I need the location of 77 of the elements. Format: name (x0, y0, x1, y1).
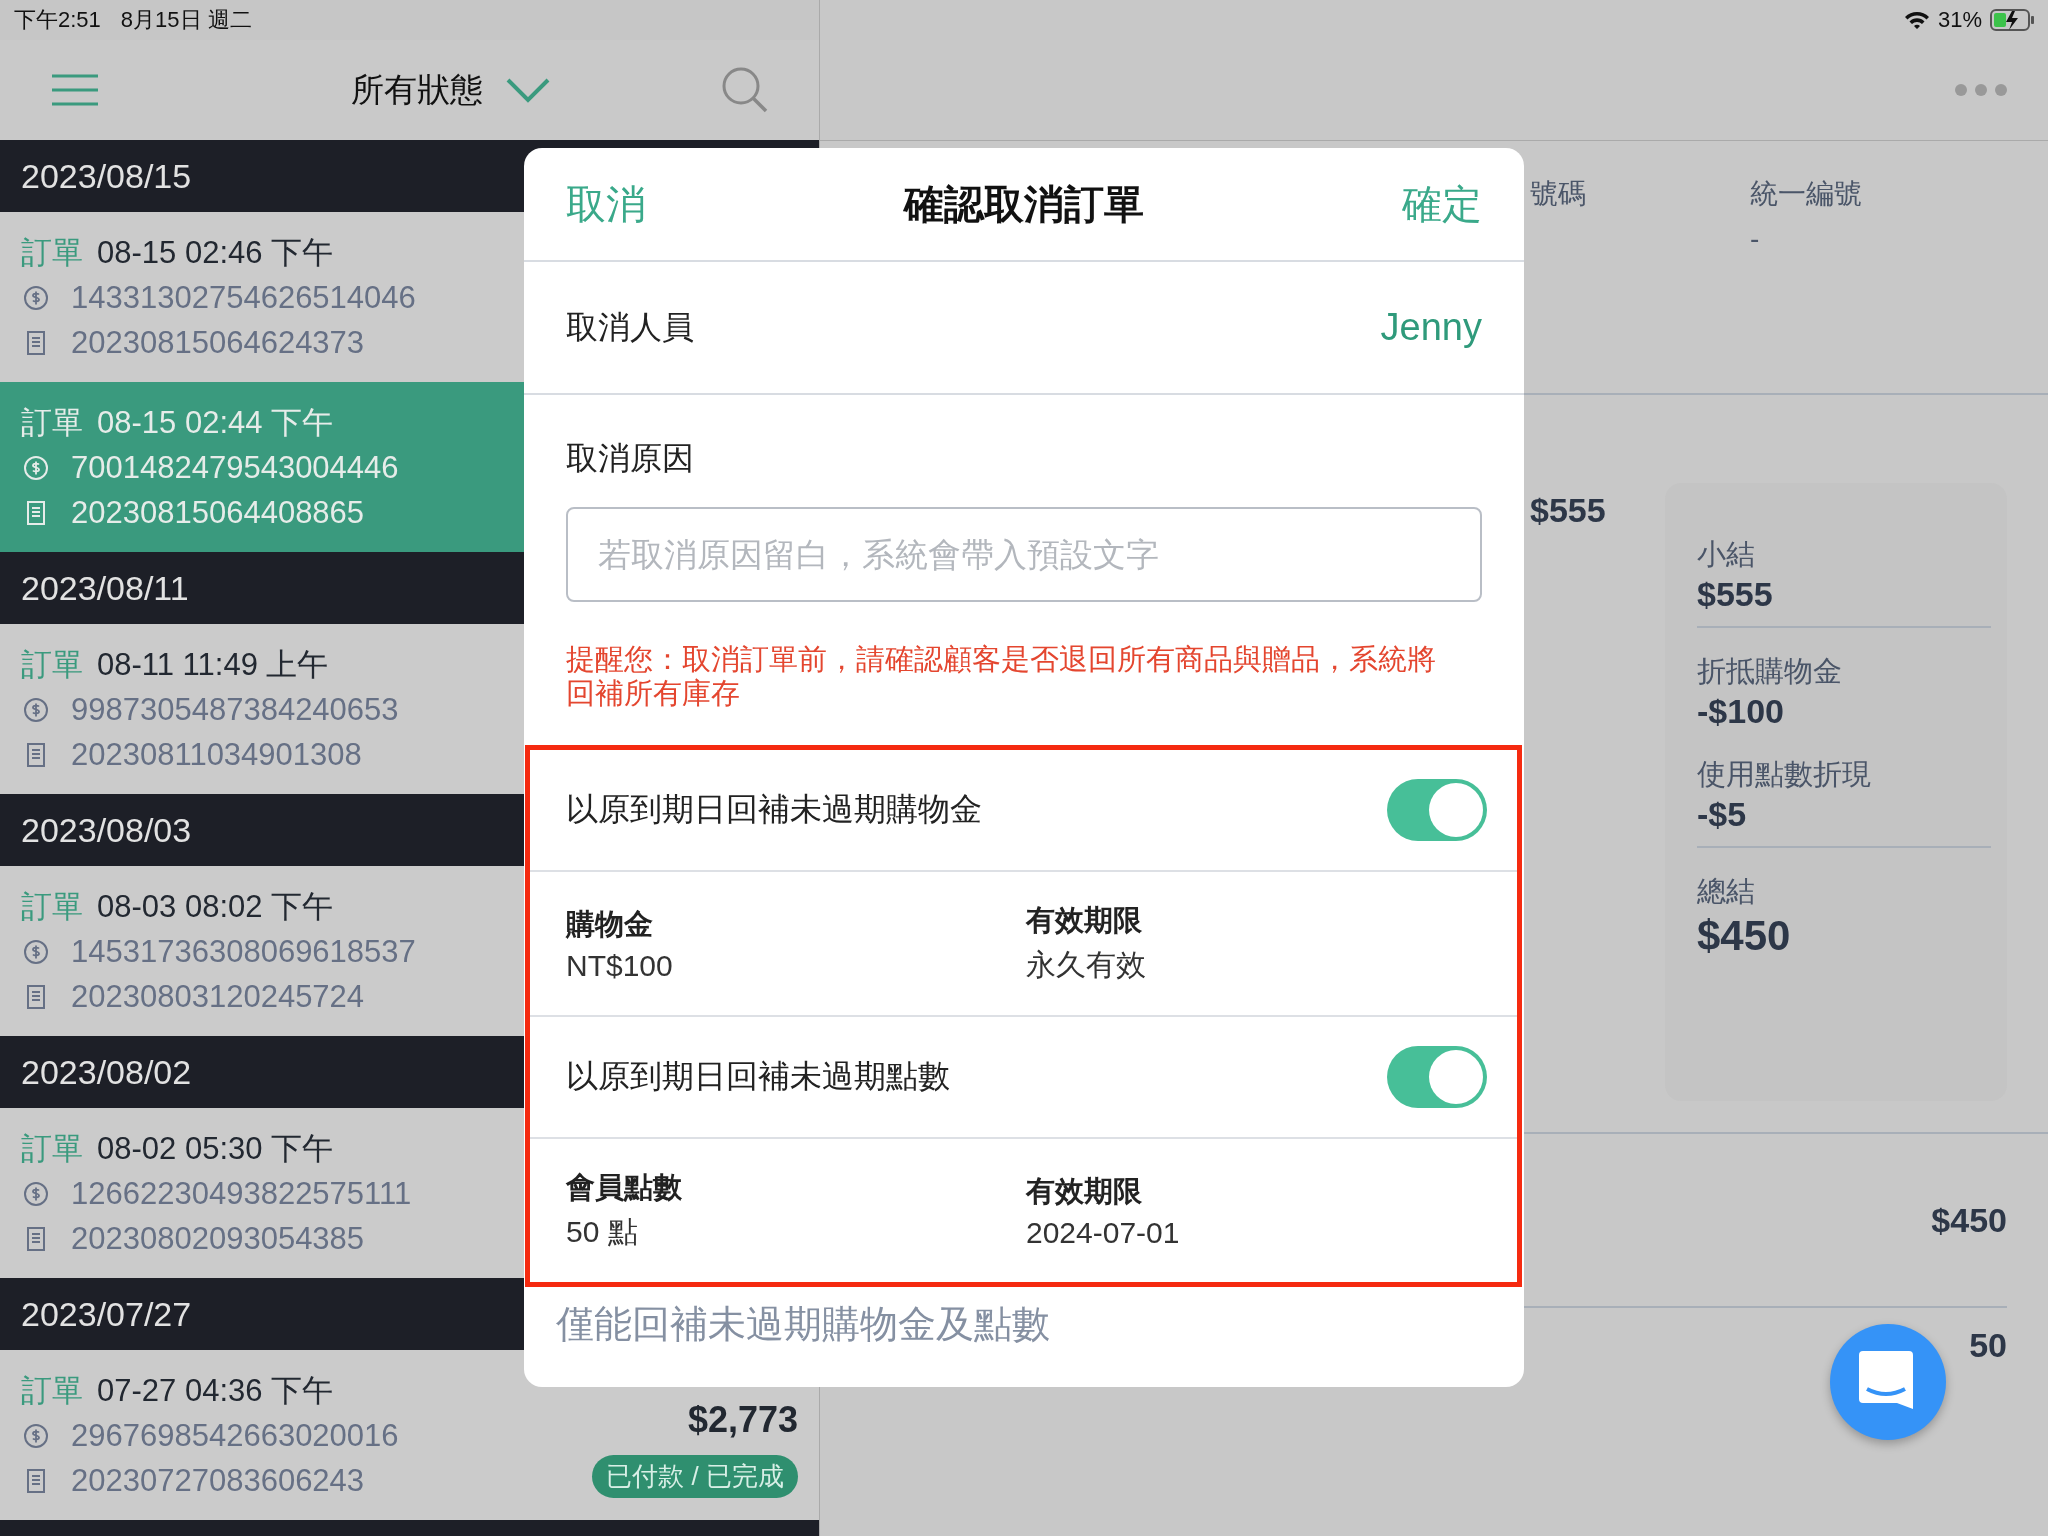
reason-input[interactable]: 若取消原因留白，系統會帶入預設文字 (566, 507, 1482, 602)
search-icon[interactable] (721, 66, 769, 114)
status-time: 下午2:51 (14, 6, 101, 34)
chevron-down-icon (504, 77, 551, 103)
status-filter-dropdown[interactable]: 所有狀態 (350, 67, 551, 113)
staff-label: 取消人員 (566, 307, 694, 347)
date-label: 2023/08/02 (21, 1052, 192, 1092)
invoice-number: 20230803120245724 (71, 978, 365, 1015)
order-time: 08-15 02:44 下午 (97, 403, 334, 442)
field-value: 50 點 (566, 1214, 639, 1250)
order-time: 08-03 08:02 下午 (97, 887, 334, 926)
date-label: 2023/08/15 (21, 156, 192, 196)
staff-name: Jenny (1380, 306, 1482, 349)
field-value: NT$100 (566, 948, 674, 983)
dialog-title: 確認取消訂單 (904, 180, 1144, 228)
invoice-number: 20230815064408865 (71, 494, 365, 531)
order-label: 訂單 (21, 1129, 83, 1168)
order-status-badge: 已付款 / 已完成 (592, 1455, 798, 1498)
status-date: 8月15日 週二 (120, 6, 252, 34)
more-icon[interactable] (1954, 83, 2008, 97)
field-value: 永久有效 (1026, 947, 1147, 983)
order-amount: $2,773 (687, 1399, 798, 1441)
invoice-number: 20230802093054385 (71, 1220, 365, 1257)
chat-button[interactable] (1830, 1324, 1946, 1440)
field-label: 有效期限 (1026, 1173, 1143, 1209)
column-label: 號碼 (1530, 178, 1586, 209)
order-time: 08-11 11:49 上午 (97, 645, 329, 684)
invoice-number: 20230811034901308 (71, 736, 362, 773)
payment-number: 12662230493822575111 (71, 1175, 412, 1212)
dollar-icon (23, 1422, 49, 1449)
field-value: 2024-07-01 (1026, 1215, 1181, 1250)
invoice-number: 20230727083606243 (71, 1462, 365, 1499)
column-value: - (1750, 223, 1761, 255)
date-label: 2023/07/27 (21, 1294, 192, 1334)
battery-percent: 31% (1937, 7, 1982, 33)
wifi-icon (1903, 10, 1930, 30)
dollar-icon (23, 454, 49, 481)
dollar-icon (23, 284, 49, 311)
summary-label: 使用點數折現 (1697, 757, 1872, 792)
order-time: 08-02 05:30 下午 (97, 1129, 334, 1168)
invoice-number: 20230815064624373 (71, 324, 365, 361)
order-label: 訂單 (21, 887, 83, 926)
dollar-icon (23, 696, 49, 723)
summary-value: -$100 (1697, 692, 1785, 731)
total-amount: $450 (1931, 1200, 2007, 1240)
date-label: 2023/08/11 (21, 568, 189, 608)
payment-number: 14531736308069618537 (71, 933, 416, 970)
payment-number: 9987305487384240653 (71, 691, 399, 728)
order-time: 07-27 04:36 下午 (97, 1371, 334, 1410)
order-label: 訂單 (21, 233, 83, 272)
battery-charging-icon (1990, 8, 2036, 32)
order-time: 08-15 02:46 下午 (97, 233, 334, 272)
menu-icon[interactable] (50, 73, 100, 107)
date-label: 2023/08/03 (21, 810, 192, 850)
summary-label: 小結 (1697, 537, 1756, 572)
payment-number: 2967698542663020016 (71, 1417, 399, 1454)
amount-value: 50 (1969, 1326, 2007, 1365)
summary-value: $450 (1697, 912, 1792, 960)
dollar-icon (23, 938, 49, 965)
item-price: $555 (1530, 491, 1607, 530)
order-label: 訂單 (21, 1371, 83, 1410)
order-label: 訂單 (21, 645, 83, 684)
summary-value: -$5 (1697, 795, 1748, 834)
summary-value: $555 (1697, 575, 1774, 614)
summary-label: 折抵購物金 (1697, 654, 1843, 689)
restock-option-label: 以原到期日回補未過期點數 (566, 1057, 950, 1096)
field-label: 購物金 (566, 906, 654, 942)
payment-number: 14331302754626514046 (71, 279, 416, 316)
summary-label: 總結 (1697, 874, 1756, 909)
order-label: 訂單 (21, 403, 83, 442)
reason-label: 取消原因 (566, 439, 695, 478)
dollar-icon (23, 1180, 49, 1207)
note-text: 僅能回補未過期購物金及點數 (555, 1302, 1051, 1347)
payment-number: 7001482479543004446 (71, 449, 399, 486)
field-label: 會員點數 (566, 1170, 683, 1205)
field-label: 有效期限 (1026, 903, 1143, 938)
column-label: 統一編號 (1750, 177, 1862, 211)
